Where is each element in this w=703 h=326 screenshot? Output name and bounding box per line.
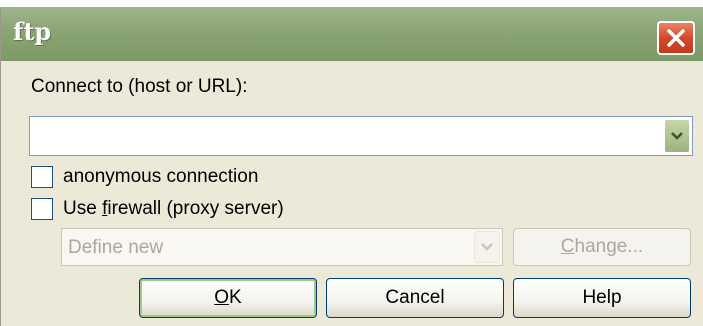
ok-label: K bbox=[229, 287, 242, 308]
firewall-label[interactable]: Use firewall (proxy server) bbox=[63, 198, 284, 220]
anonymous-label[interactable]: anonymous connection bbox=[63, 166, 258, 188]
close-button[interactable] bbox=[657, 21, 695, 55]
proxy-selected-value: Define new bbox=[68, 237, 164, 258]
proxy-combobox[interactable]: Define new bbox=[61, 228, 503, 266]
cancel-button[interactable]: Cancel bbox=[326, 278, 504, 318]
chevron-down-icon bbox=[671, 132, 683, 140]
title-bar[interactable]: ftp bbox=[1, 7, 703, 61]
firewall-label-part: irewall (proxy server) bbox=[107, 198, 284, 219]
connect-label: Connect to (host or URL): bbox=[31, 76, 248, 97]
host-dropdown-button[interactable] bbox=[664, 119, 690, 153]
close-icon bbox=[667, 29, 685, 47]
change-label: hange... bbox=[574, 236, 644, 257]
firewall-label-part: Use bbox=[63, 198, 103, 219]
window-title: ftp bbox=[13, 17, 52, 46]
help-button[interactable]: Help bbox=[513, 278, 691, 318]
change-button[interactable]: Change... bbox=[513, 228, 691, 266]
firewall-checkbox[interactable] bbox=[31, 198, 53, 220]
cancel-label: Cancel bbox=[385, 287, 445, 308]
ftp-dialog: ftp Connect to (host or URL): anonymous … bbox=[0, 7, 703, 326]
proxy-dropdown-button[interactable] bbox=[474, 231, 500, 263]
help-label: Help bbox=[582, 287, 622, 308]
anonymous-checkbox[interactable] bbox=[31, 166, 53, 188]
ok-button[interactable]: OK bbox=[139, 278, 317, 318]
change-mnemonic: C bbox=[560, 236, 575, 257]
ok-mnemonic: O bbox=[214, 287, 230, 308]
chevron-down-icon bbox=[481, 243, 493, 251]
host-combobox[interactable] bbox=[29, 116, 693, 156]
